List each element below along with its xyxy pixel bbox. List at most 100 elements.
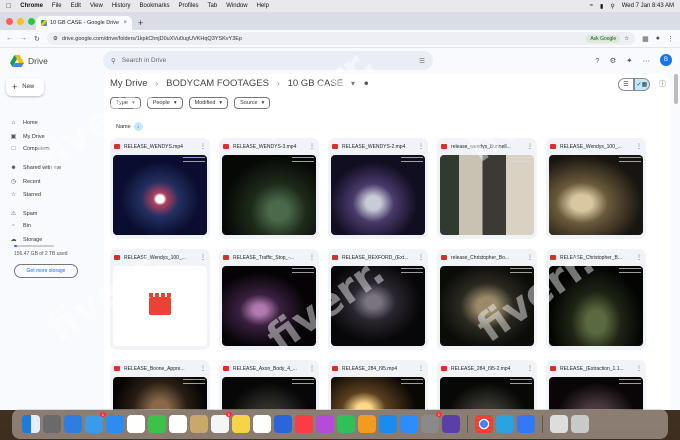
sidebar-item-recent[interactable]: ◷ Recent	[10, 178, 41, 186]
sidebar-item-starred[interactable]: ☆ Starred	[10, 191, 41, 199]
filter-modified[interactable]: Modified ▾	[188, 97, 229, 109]
site-info-icon[interactable]: ⚙	[53, 36, 58, 42]
help-icon[interactable]: ?	[595, 56, 599, 65]
app-icon[interactable]	[442, 415, 460, 433]
contacts-icon[interactable]	[190, 415, 208, 433]
menu-app-name[interactable]: Chrome	[20, 3, 43, 9]
zoom-icon[interactable]	[400, 415, 418, 433]
scrollbar[interactable]	[674, 74, 678, 104]
search-icon[interactable]: ⚲	[610, 3, 614, 10]
pages-icon[interactable]	[358, 415, 376, 433]
breadcrumb-bodycam[interactable]: BODYCAM FOOTAGES	[166, 78, 269, 89]
browser-tab[interactable]: 10 GB CASE - Google Drive ×	[36, 16, 132, 30]
menu-window[interactable]: Window	[226, 3, 247, 9]
numbers-icon[interactable]	[337, 415, 355, 433]
freeform-icon[interactable]	[253, 415, 271, 433]
video-thumbnail[interactable]	[331, 266, 425, 346]
video-thumbnail[interactable]	[440, 377, 534, 410]
video-thumbnail[interactable]	[222, 155, 316, 235]
sidebar-item-computers[interactable]: □ Computers	[10, 146, 50, 152]
sidebar-item-storage[interactable]: ☁ Storage	[10, 236, 43, 244]
video-thumbnail[interactable]	[549, 377, 643, 410]
battery-icon[interactable]: ▮	[600, 3, 603, 10]
menu-clock[interactable]: Wed 7 Jan 8:43 AM	[622, 3, 674, 9]
menu-bookmarks[interactable]: Bookmarks	[140, 3, 170, 9]
more-actions-icon[interactable]: ⋮	[418, 365, 424, 372]
filter-people[interactable]: People ▾	[146, 97, 183, 109]
file-card[interactable]: RELEASE_Boone_Appre... ⋮	[110, 360, 210, 410]
get-more-storage-button[interactable]: Get more storage	[14, 264, 78, 278]
bookmark-star-icon[interactable]: ☆	[624, 36, 629, 42]
video-thumbnail[interactable]	[440, 155, 534, 235]
app-store-icon[interactable]	[379, 415, 397, 433]
minimize-window-button[interactable]	[17, 18, 24, 25]
more-actions-icon[interactable]: ⋮	[309, 365, 315, 372]
new-tab-button[interactable]: +	[138, 18, 143, 28]
more-actions-icon[interactable]: ⋮	[418, 143, 424, 150]
file-card[interactable]: RELEASE_WENDYS-3.mp4 ⋮	[219, 138, 319, 239]
filter-type[interactable]: Type ▾	[110, 97, 141, 109]
list-view-icon[interactable]: ☰	[618, 78, 634, 91]
address-bar[interactable]: ⚙ drive.google.com/drive/folders/1kpkChn…	[46, 32, 636, 45]
file-card[interactable]: RELEASE_(Extraction_1.1... ⋮	[546, 360, 646, 410]
file-card[interactable]: RELEASE_Christopher_B... ⋮	[546, 249, 646, 350]
facetime-icon[interactable]	[148, 415, 166, 433]
finder-icon[interactable]	[22, 415, 40, 433]
file-card[interactable]: RELEASE_REXFORD_(Ext... ⋮	[328, 249, 428, 350]
menu-tab[interactable]: Tab	[208, 3, 218, 9]
gemini-icon[interactable]: ✦	[626, 56, 632, 65]
file-card[interactable]: RELEASE_Axon_Body_4_... ⋮	[219, 360, 319, 410]
file-card[interactable]: RELEASE_284_I95.mp4 ⋮	[328, 360, 428, 410]
breadcrumb-my-drive[interactable]: My Drive	[110, 78, 147, 89]
photos-icon[interactable]	[127, 415, 145, 433]
notes-icon[interactable]	[232, 415, 250, 433]
menu-edit[interactable]: Edit	[71, 3, 81, 9]
search-input[interactable]: ⚲ Search in Drive ☰	[103, 51, 433, 70]
more-actions-icon[interactable]: ⋮	[200, 365, 206, 372]
more-actions-icon[interactable]: ⋮	[636, 143, 642, 150]
launchpad-icon[interactable]	[43, 415, 61, 433]
calendar-icon[interactable]	[169, 415, 187, 433]
sort-by-name[interactable]: Name ↓	[116, 122, 143, 131]
file-card[interactable]: RELEASE_Wendys_100_... ⋮	[546, 138, 646, 239]
preview-icon[interactable]	[517, 415, 535, 433]
more-actions-icon[interactable]: ⋮	[418, 254, 424, 261]
back-icon[interactable]: ←	[6, 35, 13, 42]
more-actions-icon[interactable]: ⋮	[527, 143, 533, 150]
sidebar-item-my-drive[interactable]: ▣ My Drive	[10, 133, 45, 141]
file-card[interactable]: RELEASE_284_I95-2.mp4 ⋮	[437, 360, 537, 410]
file-card[interactable]: RELEASE_Wendys_100_... ⋮	[110, 249, 210, 350]
more-actions-icon[interactable]: ⋮	[527, 254, 533, 261]
file-card[interactable]: RELEASE_WENDYS-2.mp4 ⋮	[328, 138, 428, 239]
sort-arrow-icon[interactable]: ↓	[133, 122, 143, 131]
file-card[interactable]: RELEASE_WENDYS.mp4 ⋮	[110, 138, 210, 239]
more-actions-icon[interactable]: ⋮	[636, 365, 642, 372]
telegram-icon[interactable]	[496, 415, 514, 433]
trash-icon[interactable]	[571, 415, 589, 433]
video-thumbnail[interactable]	[113, 155, 207, 235]
sidebar-item-home[interactable]: ⌂ Home	[10, 120, 38, 126]
details-info-icon[interactable]: ⓘ	[659, 79, 666, 89]
more-actions-icon[interactable]: ⋮	[200, 254, 206, 261]
close-tab-icon[interactable]: ×	[123, 20, 127, 26]
menu-view[interactable]: View	[90, 3, 103, 9]
video-thumbnail[interactable]	[549, 155, 643, 235]
video-thumbnail[interactable]	[222, 377, 316, 410]
apps-grid-icon[interactable]: ⋯	[643, 56, 651, 65]
sidebar-item-bin[interactable]: ▫ Bin	[10, 223, 31, 229]
chrome-icon[interactable]	[475, 415, 493, 433]
video-thumbnail[interactable]	[331, 377, 425, 410]
avatar[interactable]: B	[660, 54, 672, 66]
extensions-icon[interactable]: ▦	[642, 35, 649, 43]
music-icon[interactable]	[295, 415, 313, 433]
chrome-menu-icon[interactable]: ⋮	[667, 35, 674, 43]
filter-source[interactable]: Source ▾	[234, 97, 271, 109]
menu-history[interactable]: History	[112, 3, 131, 9]
more-actions-icon[interactable]: ⋮	[200, 143, 206, 150]
more-actions-icon[interactable]: ⋮	[309, 143, 315, 150]
file-card[interactable]: release_wendys_Bunnell... ⋮	[437, 138, 537, 239]
chevron-down-icon[interactable]: ▾	[351, 79, 355, 88]
zoom-window-button[interactable]	[28, 18, 35, 25]
more-actions-icon[interactable]: ⋮	[309, 254, 315, 261]
breadcrumb-current-folder[interactable]: 10 GB CASE	[288, 78, 343, 89]
